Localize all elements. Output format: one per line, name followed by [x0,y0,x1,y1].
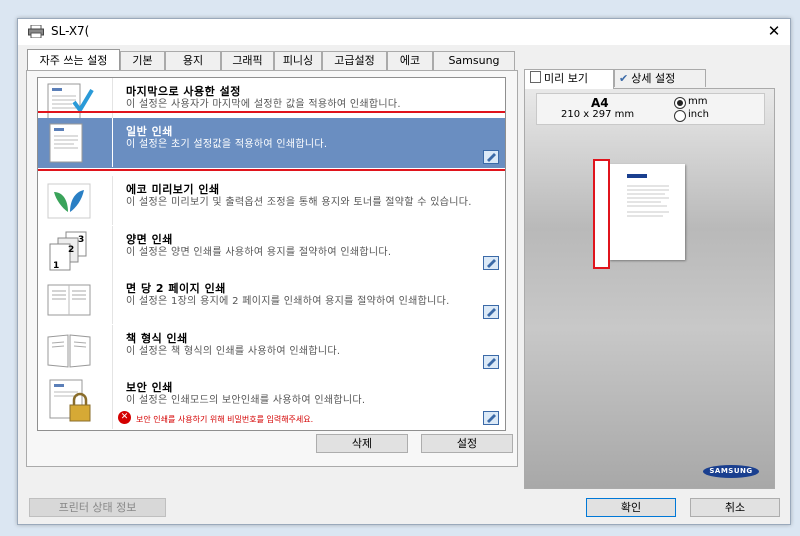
tab-samsung[interactable]: Samsung [433,51,515,70]
settings-button[interactable]: 설정 [421,434,513,453]
unit-inch-label: inch [688,109,709,120]
preset-desc: 이 설정은 미리보기 및 출력옵션 조정을 통해 용지와 토너를 절약할 수 있… [126,197,472,208]
tab-eco[interactable]: 에코 [387,51,433,70]
window-title: SL-X7( [51,24,90,38]
booklet-icon [47,334,91,368]
warning-icon: ✕ [118,411,131,424]
edit-preset-icon[interactable] [483,355,499,369]
tab-finishing[interactable]: 피니싱 [274,51,322,70]
svg-text:1: 1 [53,261,59,271]
preview-tab-icon [530,71,541,83]
preset-item-secure[interactable]: 보안 인쇄 이 설정은 인쇄모드의 보안인쇄를 사용하여 인쇄합니다. ✕ 보안… [38,374,505,429]
preset-desc: 이 설정은 책 형식의 인쇄를 사용하여 인쇄합니다. [126,346,341,357]
preset-item-duplex[interactable]: 3 2 1 양면 인쇄 이 설정은 양면 인쇄를 사용하여 용지를 절약하여 인… [38,226,505,275]
preset-desc: 이 설정은 양면 인쇄를 사용하여 용지를 절약하여 인쇄합니다. [126,247,392,258]
tab-basic[interactable]: 기본 [120,51,165,70]
paper-dimensions: 210 x 297 mm [561,109,635,120]
selection-highlight [38,111,505,171]
print-preferences-dialog: SL-X7( ✕ 자주 쓰는 설정 기본 용지 그래픽 피니싱 고급설정 에코 … [17,18,791,525]
item-separator [112,374,113,429]
edit-preset-icon[interactable] [483,256,499,270]
unit-mm-radio[interactable] [674,97,686,109]
page-margin-highlight [593,159,610,269]
unit-inch-radio[interactable] [674,110,686,122]
preview-pane: A4 210 x 297 mm mm inch SAMSUNG [524,88,775,489]
tab-graphics[interactable]: 그래픽 [221,51,274,70]
title-bar: SL-X7( ✕ [18,19,790,45]
tab-paper[interactable]: 용지 [165,51,221,70]
svg-text:3: 3 [78,235,84,245]
preset-title: 책 형식 인쇄 [126,332,188,345]
background-strip [0,0,800,18]
unit-mm-label: mm [688,96,708,107]
samsung-logo: SAMSUNG [703,465,759,478]
paper-info: A4 210 x 297 mm mm inch [536,93,765,125]
printer-status-button[interactable]: 프린터 상태 정보 [29,498,166,517]
printer-icon [28,25,44,38]
secure-lock-icon [49,379,91,422]
preset-title: 마지막으로 사용한 설정 [126,85,241,98]
tab-preview-label: 미리 보기 [544,72,588,85]
svg-text:2: 2 [68,245,74,255]
preset-title: 면 당 2 페이지 인쇄 [126,282,226,295]
edit-preset-icon[interactable] [483,411,499,425]
details-tab-icon: ✔ [619,72,629,85]
item-separator [112,275,113,324]
item-separator [112,226,113,275]
two-up-pages-icon [47,284,91,316]
tab-preview[interactable]: 미리 보기 [524,69,614,89]
preset-desc: 이 설정은 1장의 용지에 2 페이지를 인쇄하여 용지를 절약하여 인쇄합니다… [126,296,450,307]
duplex-123-icon: 3 2 1 [49,231,87,271]
preset-title: 양면 인쇄 [126,233,173,246]
item-separator [112,325,113,374]
tab-details[interactable]: ✔ 상세 설정 [614,69,706,87]
ok-button[interactable]: 확인 [586,498,676,517]
preset-item-eco-preview[interactable]: 에코 미리보기 인쇄 이 설정은 미리보기 및 출력옵션 조정을 통해 용지와 … [38,176,505,225]
page-preview-content [627,174,669,217]
eco-leaf-icon [47,183,91,219]
page-preview [609,164,685,260]
preset-title: 보안 인쇄 [126,381,173,394]
preset-title: 에코 미리보기 인쇄 [126,183,220,196]
delete-button[interactable]: 삭제 [316,434,408,453]
preset-desc: 이 설정은 사용자가 마지막에 설정한 값을 적용하여 인쇄합니다. [126,99,401,110]
tab-advanced[interactable]: 고급설정 [322,51,387,70]
close-button[interactable]: ✕ [762,20,786,42]
tab-favorites[interactable]: 자주 쓰는 설정 [27,49,120,70]
item-separator [112,176,113,225]
preset-item-booklet[interactable]: 책 형식 인쇄 이 설정은 책 형식의 인쇄를 사용하여 인쇄합니다. [38,325,505,374]
secure-print-warning: 보안 인쇄를 사용하기 위해 비밀번호를 입력해주세요. [136,415,314,424]
cancel-button[interactable]: 취소 [690,498,780,517]
paper-size-name: A4 [591,96,609,110]
preset-list[interactable]: 마지막으로 사용한 설정 이 설정은 사용자가 마지막에 설정한 값을 적용하여… [37,77,506,431]
edit-preset-icon[interactable] [483,305,499,319]
tab-details-label: 상세 설정 [631,72,676,85]
preset-item-2up[interactable]: 면 당 2 페이지 인쇄 이 설정은 1장의 용지에 2 페이지를 인쇄하여 용… [38,275,505,324]
preset-desc: 이 설정은 인쇄모드의 보안인쇄를 사용하여 인쇄합니다. [126,395,366,406]
